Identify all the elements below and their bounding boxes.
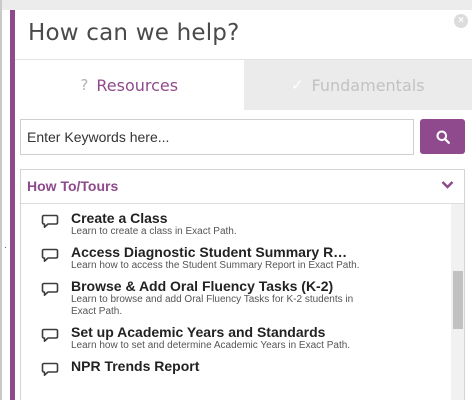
list-item-description: Learn how to set and determine Academic … bbox=[71, 340, 351, 351]
background-left-border bbox=[0, 0, 2, 400]
background-tick: . bbox=[4, 240, 7, 251]
chevron-down-icon[interactable] bbox=[441, 180, 454, 190]
panel-title: How can we help? bbox=[28, 20, 240, 46]
howto-list-panel: How To/Tours Create a Class Learn to cre… bbox=[20, 169, 465, 400]
search-input[interactable] bbox=[20, 119, 414, 155]
speech-bubble-icon bbox=[41, 214, 59, 228]
speech-bubble-icon bbox=[41, 248, 59, 262]
tab-fundamentals-label: Fundamentals bbox=[311, 75, 425, 95]
tab-fundamentals[interactable]: ✓ Fundamentals bbox=[243, 60, 472, 110]
list-item-description: Learn how to access the Student Summary … bbox=[71, 260, 360, 271]
background-top-strip bbox=[0, 0, 472, 10]
list-item-title: Access Diagnostic Student Summary R… bbox=[71, 244, 348, 260]
list-item[interactable]: Browse & Add Oral Fluency Tasks (K-2) Le… bbox=[21, 278, 451, 318]
list-scrollbar[interactable] bbox=[451, 204, 464, 400]
speech-bubble-icon bbox=[41, 362, 59, 376]
tab-bar: ? Resources ✓ Fundamentals bbox=[15, 60, 472, 110]
tab-resources[interactable]: ? Resources bbox=[15, 60, 244, 110]
question-icon: ? bbox=[80, 76, 89, 94]
list-item[interactable]: Access Diagnostic Student Summary R… Lea… bbox=[21, 244, 451, 272]
list-item[interactable]: Create a Class Learn to create a class i… bbox=[21, 210, 451, 238]
speech-bubble-icon bbox=[41, 328, 59, 342]
list-scrollbar-thumb[interactable] bbox=[453, 271, 463, 329]
search-icon bbox=[436, 130, 450, 144]
howto-list-header[interactable]: How To/Tours bbox=[21, 170, 464, 204]
howto-list-title: How To/Tours bbox=[27, 178, 119, 194]
list-item-title: Browse & Add Oral Fluency Tasks (K-2) bbox=[71, 278, 334, 294]
search-button[interactable] bbox=[420, 119, 465, 154]
panel-header: How can we help? × bbox=[15, 10, 472, 60]
list-item[interactable]: Set up Academic Years and Standards Lear… bbox=[21, 324, 451, 352]
list-item-description: Learn to create a class in Exact Path. bbox=[71, 226, 237, 237]
list-item-title: Set up Academic Years and Standards bbox=[71, 324, 326, 340]
close-button[interactable]: × bbox=[454, 14, 468, 28]
checkmark-icon: ✓ bbox=[290, 76, 304, 94]
list-item-title: NPR Trends Report bbox=[71, 358, 200, 374]
speech-bubble-icon bbox=[41, 282, 59, 296]
search-row bbox=[15, 110, 472, 166]
help-panel: How can we help? × ? Resources ✓ Fundame… bbox=[10, 10, 472, 400]
list-item-description: Learn to browse and add Oral Fluency Tas… bbox=[71, 294, 354, 317]
list-item-title: Create a Class bbox=[71, 210, 168, 226]
tab-resources-label: Resources bbox=[96, 75, 179, 95]
list-item[interactable]: NPR Trends Report bbox=[21, 358, 451, 376]
howto-items: Create a Class Learn to create a class i… bbox=[21, 210, 451, 380]
